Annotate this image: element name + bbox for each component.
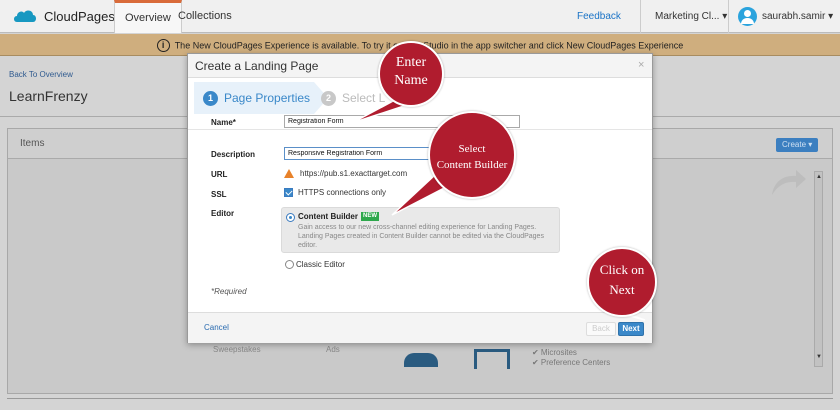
required-note: *Required (211, 287, 247, 296)
salesforce-cloud-logo (14, 10, 36, 22)
callout-line: Enter (395, 55, 427, 70)
content-builder-description: Gain access to our new cross-channel edi… (298, 224, 544, 249)
callout-line: Name (394, 73, 428, 88)
callout-line: Select (458, 143, 486, 155)
feedback-link[interactable]: Feedback (577, 0, 621, 33)
callout-click-next: Click on Next (587, 247, 657, 317)
chevron-down-icon: ▾ (722, 11, 728, 22)
new-badge: NEW (361, 212, 379, 221)
description-label: Description (211, 150, 256, 159)
callout-line: Content Builder (436, 159, 508, 171)
back-to-overview-link[interactable]: Back To Overview (9, 70, 73, 79)
content-builder-option[interactable]: Content Builder NEW Gain access to our n… (281, 207, 560, 253)
step-label: Page Properties (224, 91, 311, 105)
ssl-option-label: HTTPS connections only (298, 188, 387, 197)
monitor-illustration-icon (474, 349, 510, 369)
info-icon: i (156, 39, 170, 53)
nav-divider (728, 0, 729, 33)
step-page-properties[interactable]: 1 Page Properties (194, 82, 328, 114)
callout-line: Next (609, 282, 635, 297)
close-icon[interactable]: × (638, 59, 644, 71)
https-checkbox[interactable] (284, 188, 293, 198)
create-button[interactable]: Create ▾ (776, 138, 819, 152)
next-button[interactable]: Next (618, 322, 644, 336)
url-row: https://pub.s1.exacttarget.com (284, 169, 408, 179)
business-unit-menu[interactable]: Marketing Cl... ▾ (655, 0, 727, 33)
business-unit-label: Marketing Cl... (655, 11, 720, 22)
bg-label-ads: Ads (326, 345, 340, 354)
user-avatar-icon[interactable] (738, 7, 757, 26)
content-builder-label: Content Builder (298, 212, 358, 221)
step-number: 1 (203, 91, 218, 106)
scroll-up-arrow-icon[interactable]: ▲ (816, 174, 822, 180)
step-label: Select L (342, 91, 386, 105)
ssl-label: SSL (211, 190, 227, 199)
warning-icon (284, 169, 294, 179)
bg-label-sweepstakes: Sweepstakes (213, 345, 261, 354)
bg-list-item: ✔ Microsites (532, 348, 577, 357)
top-nav-bar: CloudPages Overview Collections Feedback… (0, 0, 840, 33)
cloud-illustration-icon (404, 353, 438, 367)
step-number: 2 (321, 91, 336, 106)
classic-editor-radio[interactable] (285, 260, 294, 269)
items-title: Items (20, 138, 45, 149)
callout-select-content-builder: Select Content Builder (428, 111, 516, 199)
app-name[interactable]: CloudPages (44, 9, 115, 24)
chevron-down-icon: ▾ (828, 11, 834, 22)
dialog-title: Create a Landing Page (195, 59, 319, 73)
classic-editor-label[interactable]: Classic Editor (296, 260, 345, 269)
tab-collections[interactable]: Collections (168, 0, 242, 33)
dialog-footer: Cancel Back Next (188, 312, 652, 343)
name-label: Name* (211, 118, 236, 127)
editor-label: Editor (211, 209, 235, 218)
page-title: LearnFrenzy (9, 88, 88, 104)
user-menu[interactable]: saurabh.samir ▾ (762, 0, 833, 33)
curved-arrow-icon (772, 170, 806, 195)
ssl-option[interactable]: HTTPS connections only (284, 188, 387, 198)
callout-enter-name: Enter Name (378, 41, 444, 107)
callout-line: Click on (599, 262, 645, 277)
footer-divider (7, 398, 833, 399)
bg-list-item: ✔ Preference Centers (532, 358, 611, 367)
description-input[interactable] (284, 147, 434, 160)
cancel-button[interactable]: Cancel (204, 323, 229, 332)
user-name: saurabh.samir (762, 11, 826, 22)
url-label: URL (211, 170, 228, 179)
content-builder-radio[interactable] (286, 213, 295, 222)
vertical-scrollbar[interactable]: ▲ ▼ (814, 171, 823, 367)
scroll-down-arrow-icon[interactable]: ▼ (816, 354, 822, 360)
back-button[interactable]: Back (586, 322, 616, 336)
url-value: https://pub.s1.exacttarget.com (300, 169, 408, 178)
nav-divider (640, 0, 641, 33)
